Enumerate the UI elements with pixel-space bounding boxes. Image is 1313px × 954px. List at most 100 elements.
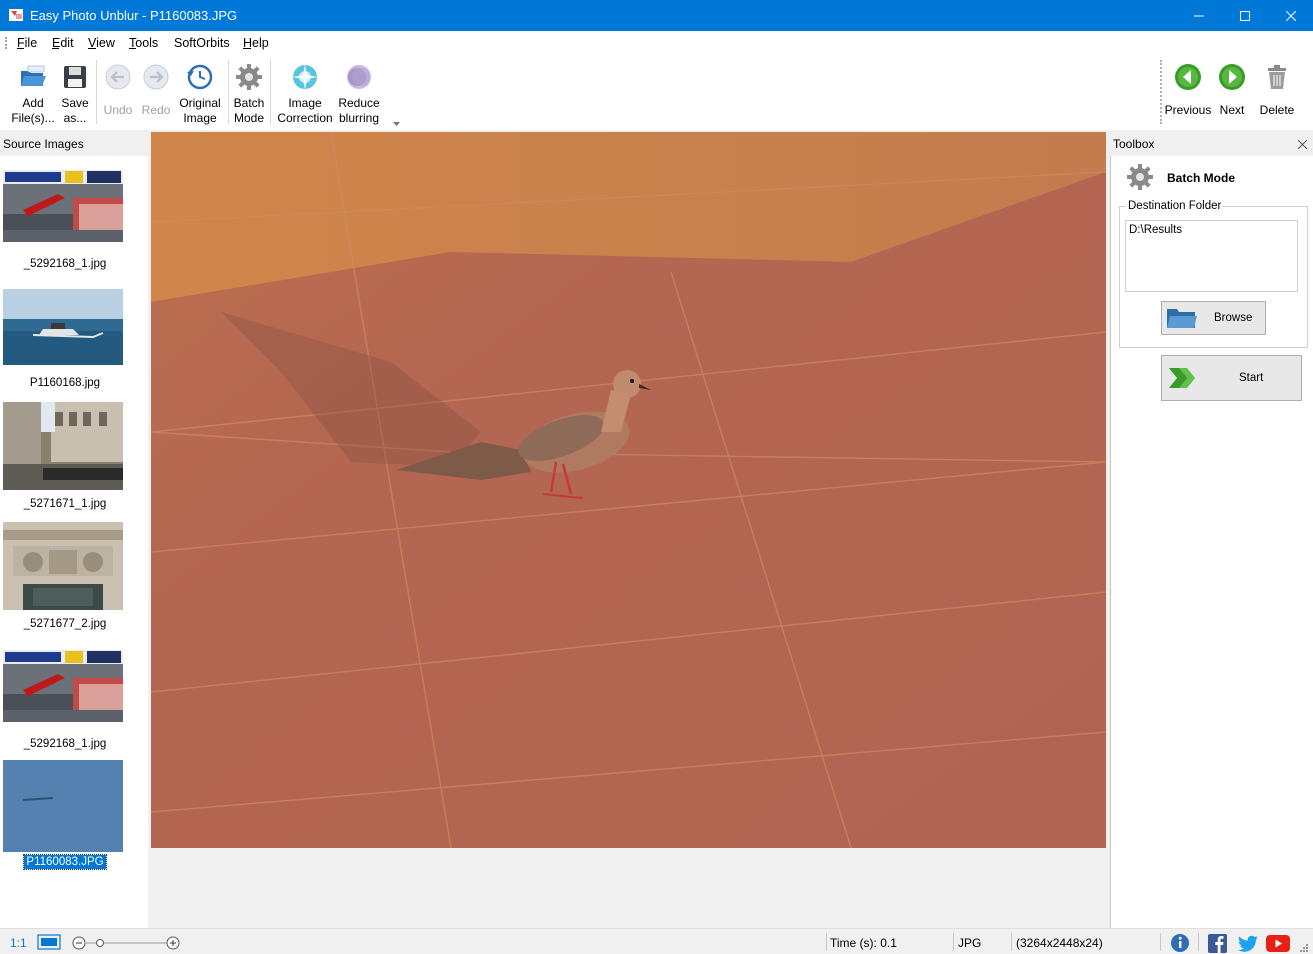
next-button[interactable]: Next <box>1214 55 1250 130</box>
zoom-ratio[interactable]: 1:1 <box>10 936 27 950</box>
resize-grip-icon[interactable] <box>1299 943 1309 953</box>
status-separator <box>1011 933 1012 951</box>
close-panel-icon[interactable] <box>1298 140 1307 149</box>
destination-folder-label: Destination Folder <box>1126 200 1224 212</box>
ribbon-separator <box>96 60 97 124</box>
toolbar-grip <box>1160 60 1162 124</box>
ribbon-toolbar: Add File(s)... Save as... Undo Redo Orig… <box>0 55 402 130</box>
mnemonic-underline <box>129 48 136 49</box>
batch-mode-button[interactable]: Batch Mode <box>230 55 268 130</box>
image-dimensions: (3264x2448x24) <box>1016 936 1103 950</box>
previous-label: Previous <box>1164 103 1212 117</box>
status-bar: 1:1 Time (s): 0.1 JPG (3264x2448x24) <box>0 928 1313 954</box>
window-title: Easy Photo Unblur - P1160083.JPG <box>30 8 238 23</box>
thumbnail-image <box>3 289 123 365</box>
batch-mode-heading: Batch Mode <box>1167 171 1236 185</box>
gear-icon <box>236 64 262 90</box>
next-label: Next <box>1219 103 1245 117</box>
twitter-icon[interactable] <box>1237 935 1259 953</box>
zoom-slider-track <box>72 936 180 950</box>
mnemonic-underline <box>88 48 96 49</box>
redo-arrow-icon <box>143 64 169 90</box>
thumbnail-caption: P1160168.jpg <box>29 377 101 389</box>
dove-on-tiles-photo <box>151 132 1106 848</box>
mnemonic-underline <box>52 48 59 49</box>
save-as-label: Save as... <box>61 96 89 125</box>
source-images-header: Source Images <box>0 132 148 156</box>
maximize-icon <box>1240 10 1250 21</box>
minimize-button[interactable] <box>1176 0 1222 31</box>
youtube-icon[interactable] <box>1266 935 1290 952</box>
navigation-toolbar: Previous Next Delete <box>1150 55 1313 130</box>
start-arrow-icon <box>1169 368 1195 388</box>
status-separator <box>1160 933 1161 951</box>
source-images-title: Source Images <box>3 137 84 151</box>
batch-mode-label: Batch Mode <box>233 96 265 125</box>
save-as-button[interactable]: Save as... <box>56 55 94 130</box>
selected-file-name: P1160083.JPG <box>23 854 107 870</box>
zoom-slider[interactable] <box>72 936 182 950</box>
menu-softorbits[interactable]: SoftOrbits <box>174 36 230 50</box>
mnemonic-underline <box>17 48 24 49</box>
toolbox-title: Toolbox <box>1113 137 1155 151</box>
thumbnail-caption: _5271677_2.jpg <box>23 618 107 630</box>
thumbnail-image <box>3 170 123 242</box>
ribbon-separator <box>228 60 229 124</box>
delete-label: Delete <box>1259 103 1295 117</box>
arrow-right-circle-icon <box>1219 64 1245 90</box>
thumbnail-caption: _5292168_1.jpg <box>23 738 107 750</box>
thumbnail-image <box>3 402 123 490</box>
start-button[interactable]: Start <box>1161 355 1302 401</box>
image-correction-label: Image Correction <box>277 96 333 125</box>
reduce-blurring-label: Reduce blurring <box>338 96 380 125</box>
processing-time: Time (s): 0.1 <box>830 936 897 950</box>
blur-circle-icon <box>347 65 371 89</box>
status-separator <box>953 933 954 951</box>
thumbnail-image <box>3 522 123 610</box>
destination-folder-value: D:\Results <box>1129 224 1183 236</box>
thumbnail-caption-selected: P1160083.JPG <box>3 854 127 870</box>
arrow-left-circle-icon <box>1175 64 1201 90</box>
undo-button[interactable]: Undo <box>100 55 136 130</box>
previous-button[interactable]: Previous <box>1164 55 1212 130</box>
original-image-button[interactable]: Original Image <box>176 55 224 130</box>
open-folder-icon <box>21 65 46 86</box>
main-photo[interactable] <box>151 132 1106 848</box>
image-correction-button[interactable]: Image Correction <box>274 55 336 130</box>
original-image-label: Original Image <box>179 96 221 125</box>
floppy-disk-icon <box>64 66 86 88</box>
browse-label: Browse <box>1214 312 1253 324</box>
history-clock-icon <box>187 64 213 90</box>
browse-button[interactable]: Browse <box>1161 301 1266 335</box>
gear-icon <box>1127 164 1153 190</box>
menu-bar: File Edit View Tools SoftOrbits Help <box>0 31 1313 55</box>
redo-label: Redo <box>141 103 171 117</box>
minimize-icon <box>1194 15 1204 16</box>
ribbon-spacer <box>402 55 1150 130</box>
reduce-blurring-button[interactable]: Reduce blurring <box>336 55 382 130</box>
fit-screen-icon[interactable] <box>37 934 61 950</box>
app-icon <box>9 9 23 21</box>
mnemonic-underline <box>243 48 251 49</box>
redo-button[interactable]: Redo <box>138 55 174 130</box>
thumbnail-image <box>3 650 123 722</box>
thumbnail-caption: _5271671_1.jpg <box>23 498 107 510</box>
ribbon-overflow-icon[interactable] <box>393 121 400 127</box>
destination-folder-field[interactable]: D:\Results <box>1125 220 1298 292</box>
trash-can-icon <box>1268 65 1286 89</box>
add-files-button[interactable]: Add File(s)... <box>10 55 56 130</box>
add-files-label: Add File(s)... <box>11 96 55 125</box>
info-icon[interactable] <box>1170 933 1190 953</box>
undo-label: Undo <box>103 103 133 117</box>
maximize-button[interactable] <box>1222 0 1268 31</box>
menu-grip <box>5 37 7 49</box>
close-button[interactable] <box>1268 0 1313 31</box>
thumbnail-caption: _5292168_1.jpg <box>23 258 107 270</box>
delete-button[interactable]: Delete <box>1256 55 1298 130</box>
sparkle-star-icon <box>292 64 318 90</box>
folder-icon <box>1167 309 1197 328</box>
status-separator <box>1198 933 1199 951</box>
facebook-icon[interactable] <box>1208 934 1227 953</box>
start-label: Start <box>1239 372 1264 384</box>
status-separator <box>826 933 827 951</box>
